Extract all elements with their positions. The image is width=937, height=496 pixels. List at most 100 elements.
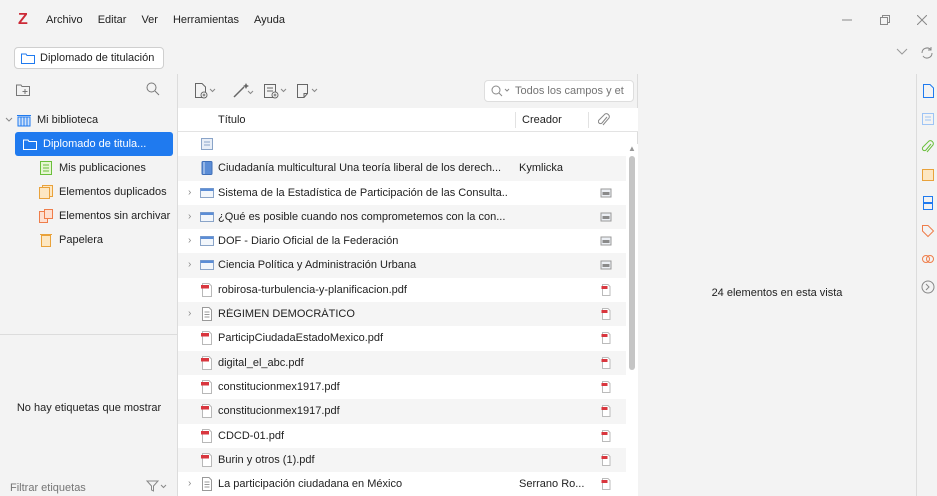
pdf-item-icon <box>200 331 214 346</box>
scrollbar-thumb[interactable] <box>629 156 635 370</box>
libraries-collections-section-icon[interactable] <box>921 196 935 210</box>
column-header-title[interactable]: Título <box>218 114 246 126</box>
abstract-section-icon[interactable] <box>921 112 935 126</box>
pdf-attachment-icon[interactable] <box>600 308 612 321</box>
folder-icon <box>22 137 38 151</box>
items-search-box[interactable] <box>484 80 634 102</box>
pdf-attachment-icon[interactable] <box>600 453 612 466</box>
table-row[interactable]: digital_el_abc.pdf <box>178 350 626 375</box>
menu-editar[interactable]: Editar <box>98 14 127 26</box>
chevron-right-icon[interactable]: › <box>188 211 191 222</box>
table-row[interactable]: constitucionmex1917.pdf <box>178 375 626 399</box>
new-note-icon[interactable] <box>263 83 289 99</box>
table-row[interactable]: › RÉGIMEN DEMOCRÁTICO <box>178 302 626 327</box>
pdf-attachment-icon[interactable] <box>600 478 612 491</box>
tree-item-sin-archivar[interactable]: Elementos sin archivar <box>0 204 178 228</box>
column-separator[interactable] <box>588 112 589 128</box>
collection-tree: Mi biblioteca Diplomado de titula... Mis… <box>0 108 178 252</box>
column-header-creator[interactable]: Creador <box>522 114 562 126</box>
menu-ver[interactable]: Ver <box>141 14 158 26</box>
chevron-right-icon[interactable]: › <box>188 235 191 246</box>
attachment-add-icon[interactable] <box>296 83 322 99</box>
chevron-right-icon[interactable]: › <box>188 478 191 489</box>
item-title: constitucionmex1917.pdf <box>218 380 340 393</box>
tags-section-icon[interactable] <box>921 224 935 238</box>
tree-item-duplicados[interactable]: Elementos duplicados <box>0 180 178 204</box>
locate-icon[interactable] <box>921 280 935 294</box>
zotero-logo: Z <box>18 11 28 28</box>
tree-item-papelera[interactable]: Papelera <box>0 228 178 252</box>
item-title: Ciencia Política y Administración Urbana <box>218 259 417 272</box>
item-count-message: 24 elementos en esta vista <box>711 287 843 299</box>
search-icon[interactable] <box>146 82 160 96</box>
table-row[interactable]: Ciudadanía multicultural Una teoría libe… <box>178 156 626 181</box>
menu-herramientas[interactable]: Herramientas <box>173 14 239 26</box>
item-creator: Serrano Ro... <box>519 478 585 491</box>
snapshot-attachment-icon[interactable] <box>600 187 612 199</box>
notes-section-icon[interactable] <box>921 168 935 182</box>
chevron-right-icon[interactable]: › <box>188 259 191 270</box>
table-row[interactable]: › ¿Qué es posible cuando nos comprometemo… <box>178 204 626 230</box>
tree-item-mi-biblioteca[interactable]: Mi biblioteca <box>0 108 178 132</box>
pdf-attachment-icon[interactable] <box>600 405 612 418</box>
item-title: Ciudadanía multicultural Una teoría libe… <box>218 162 502 175</box>
magic-wand-icon[interactable] <box>232 83 254 99</box>
items-scrollbar[interactable]: ▲ <box>626 144 638 496</box>
table-row[interactable]: ParticipCiudadaEstadoMexico.pdf <box>178 326 626 350</box>
table-row[interactable]: Burin y otros (1).pdf <box>178 447 626 473</box>
snapshot-attachment-icon[interactable] <box>600 259 612 271</box>
pdf-item-icon <box>200 282 214 297</box>
tree-item-mis-publicaciones[interactable]: Mis publicaciones <box>0 156 178 180</box>
search-input[interactable] <box>515 85 630 97</box>
duplicates-icon <box>38 185 54 199</box>
pdf-attachment-icon[interactable] <box>600 283 612 296</box>
column-separator[interactable] <box>515 112 516 128</box>
chevron-down-icon[interactable] <box>5 117 13 123</box>
attachments-section-icon[interactable] <box>921 140 935 154</box>
new-item-icon[interactable] <box>194 83 218 99</box>
restore-icon[interactable] <box>870 0 900 40</box>
minimize-icon[interactable] <box>832 0 862 40</box>
table-row[interactable]: CDCD-01.pdf <box>178 424 626 448</box>
sync-icon[interactable] <box>920 46 934 60</box>
no-tags-message: No hay etiquetas que mostrar <box>16 402 162 414</box>
chevron-down-icon[interactable] <box>896 48 908 56</box>
close-icon[interactable] <box>907 0 937 40</box>
pdf-attachment-icon[interactable] <box>600 332 612 345</box>
table-row[interactable]: › La participación ciudadana en México Ser… <box>178 472 626 496</box>
table-row[interactable]: › DOF - Diario Oficial de la Federación <box>178 229 626 253</box>
pdf-attachment-icon[interactable] <box>600 429 612 442</box>
tree-item-diplomado[interactable]: Diplomado de titula... <box>15 132 173 156</box>
table-row[interactable]: › Sistema de la Estadística de Participac… <box>178 181 626 205</box>
item-title: La participación ciudadana en México <box>218 478 403 491</box>
pdf-attachment-icon[interactable] <box>600 356 612 369</box>
collection-tab[interactable]: Diplomado de titulación <box>14 47 164 69</box>
menu-archivo[interactable]: Archivo <box>46 14 83 26</box>
items-column-header: Título Creador <box>178 108 638 132</box>
info-section-icon[interactable] <box>921 84 935 98</box>
snapshot-attachment-icon[interactable] <box>600 211 612 223</box>
menu-ayuda[interactable]: Ayuda <box>254 14 285 26</box>
publications-icon <box>38 161 54 175</box>
scroll-up-icon[interactable]: ▲ <box>628 144 636 153</box>
tree-item-label: Papelera <box>59 234 104 246</box>
chevron-right-icon[interactable]: › <box>188 187 191 198</box>
collection-tab-label: Diplomado de titulación <box>40 52 155 64</box>
tag-selector-divider <box>0 334 178 335</box>
chevron-right-icon[interactable]: › <box>188 308 191 319</box>
table-row[interactable]: constitucionmex1917.pdf <box>178 399 626 424</box>
item-pane-sidenav <box>916 74 937 496</box>
related-section-icon[interactable] <box>921 252 935 266</box>
tag-filter-input[interactable] <box>10 478 140 496</box>
unfiled-icon <box>38 209 54 223</box>
new-collection-icon[interactable] <box>16 83 32 97</box>
pdf-attachment-icon[interactable] <box>600 380 612 393</box>
snapshot-attachment-icon[interactable] <box>600 235 612 247</box>
item-title: ¿Qué es posible cuando nos comprometemos… <box>218 210 506 223</box>
table-row[interactable]: › Ciencia Política y Administración Urban… <box>178 253 626 278</box>
table-row[interactable] <box>178 132 626 156</box>
table-row[interactable]: robirosa-turbulencia-y-planificacion.pdf <box>178 278 626 302</box>
paperclip-icon[interactable] <box>598 113 610 127</box>
search-icon[interactable] <box>491 85 511 97</box>
tag-filter-menu-icon[interactable] <box>146 480 168 492</box>
